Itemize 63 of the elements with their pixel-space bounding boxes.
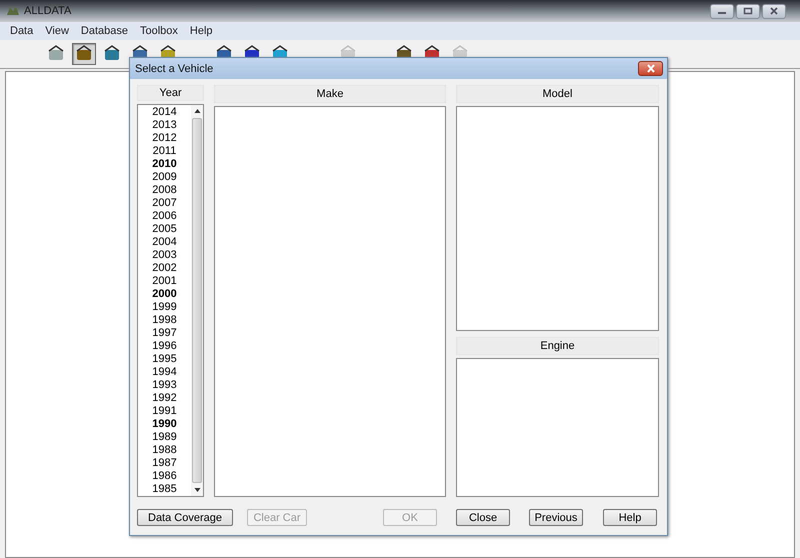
scroll-up-icon[interactable] (194, 108, 200, 114)
year-list[interactable]: 2014 2013 2012 2011 2010 2009 2008 2007 2006 2005 2004 2003 2002 2001 2000 1999 1998 1997 1996 1995 1994 1993 1992 1991 1990 1989 1988 1987 1986 1985 (137, 104, 204, 497)
year-item[interactable]: 2011 (138, 145, 191, 158)
year-item[interactable]: 2010 (138, 158, 191, 171)
year-item[interactable]: 1996 (138, 340, 191, 353)
year-item[interactable]: 2005 (138, 223, 191, 236)
engine-list[interactable] (456, 358, 659, 497)
year-item[interactable]: 2012 (138, 132, 191, 145)
minimize-button[interactable] (710, 4, 734, 18)
house-icon (46, 45, 66, 63)
scrollbar[interactable] (191, 105, 203, 496)
close-icon (646, 64, 656, 73)
menu-item[interactable]: Data (10, 25, 34, 37)
dialog-button[interactable]: Help (603, 509, 657, 526)
menu-item[interactable]: Help (190, 25, 213, 37)
house-icon (102, 45, 122, 63)
year-item[interactable]: 2014 (138, 106, 191, 119)
dialog-button[interactable]: Close (456, 509, 510, 526)
year-item[interactable]: 2004 (138, 236, 191, 249)
year-item[interactable]: 1985 (138, 483, 191, 496)
menu-item[interactable]: Database (80, 25, 128, 37)
year-item[interactable]: 1988 (138, 444, 191, 457)
scroll-down-icon[interactable] (194, 487, 200, 493)
column-header: Make (214, 85, 446, 103)
year-item[interactable]: 2000 (138, 288, 191, 301)
app-icon (6, 5, 20, 17)
house-icon (74, 45, 94, 63)
year-item[interactable]: 2003 (138, 249, 191, 262)
dialog-title: Select a Vehicle (135, 62, 214, 74)
column-header: Engine (456, 337, 659, 355)
year-item[interactable]: 2008 (138, 184, 191, 197)
maximize-button[interactable] (736, 4, 760, 18)
window-title: ALLDATA (24, 5, 72, 17)
year-item[interactable]: 2001 (138, 275, 191, 288)
column-header: Year (137, 85, 204, 101)
maximize-icon (743, 7, 753, 15)
year-item[interactable]: 2002 (138, 262, 191, 275)
dialog-button[interactable]: Data Coverage (137, 509, 233, 526)
menu-item[interactable]: View (45, 25, 69, 37)
year-item[interactable]: 1992 (138, 392, 191, 405)
year-item[interactable]: 2007 (138, 197, 191, 210)
year-item[interactable]: 1991 (138, 405, 191, 418)
close-button[interactable] (638, 61, 663, 76)
year-item[interactable]: 1986 (138, 470, 191, 483)
year-item[interactable]: 1999 (138, 301, 191, 314)
scroll-thumb[interactable] (192, 118, 202, 483)
year-item[interactable]: 1997 (138, 327, 191, 340)
close-button[interactable] (762, 4, 786, 18)
year-item[interactable]: 2006 (138, 210, 191, 223)
close-icon (769, 7, 779, 15)
year-item[interactable]: 2009 (138, 171, 191, 184)
year-item[interactable]: 1993 (138, 379, 191, 392)
dialog-button[interactable]: Previous (529, 509, 583, 526)
year-item[interactable]: 1994 (138, 366, 191, 379)
menu-item[interactable]: Toolbox (140, 25, 178, 37)
year-item[interactable]: 1987 (138, 457, 191, 470)
column-header: Model (456, 85, 659, 103)
year-item[interactable]: 2013 (138, 119, 191, 132)
year-item[interactable]: 1998 (138, 314, 191, 327)
year-item[interactable]: 1989 (138, 431, 191, 444)
year-item[interactable]: 1990 (138, 418, 191, 431)
year-item[interactable]: 1995 (138, 353, 191, 366)
toolbar-button[interactable] (72, 43, 96, 65)
